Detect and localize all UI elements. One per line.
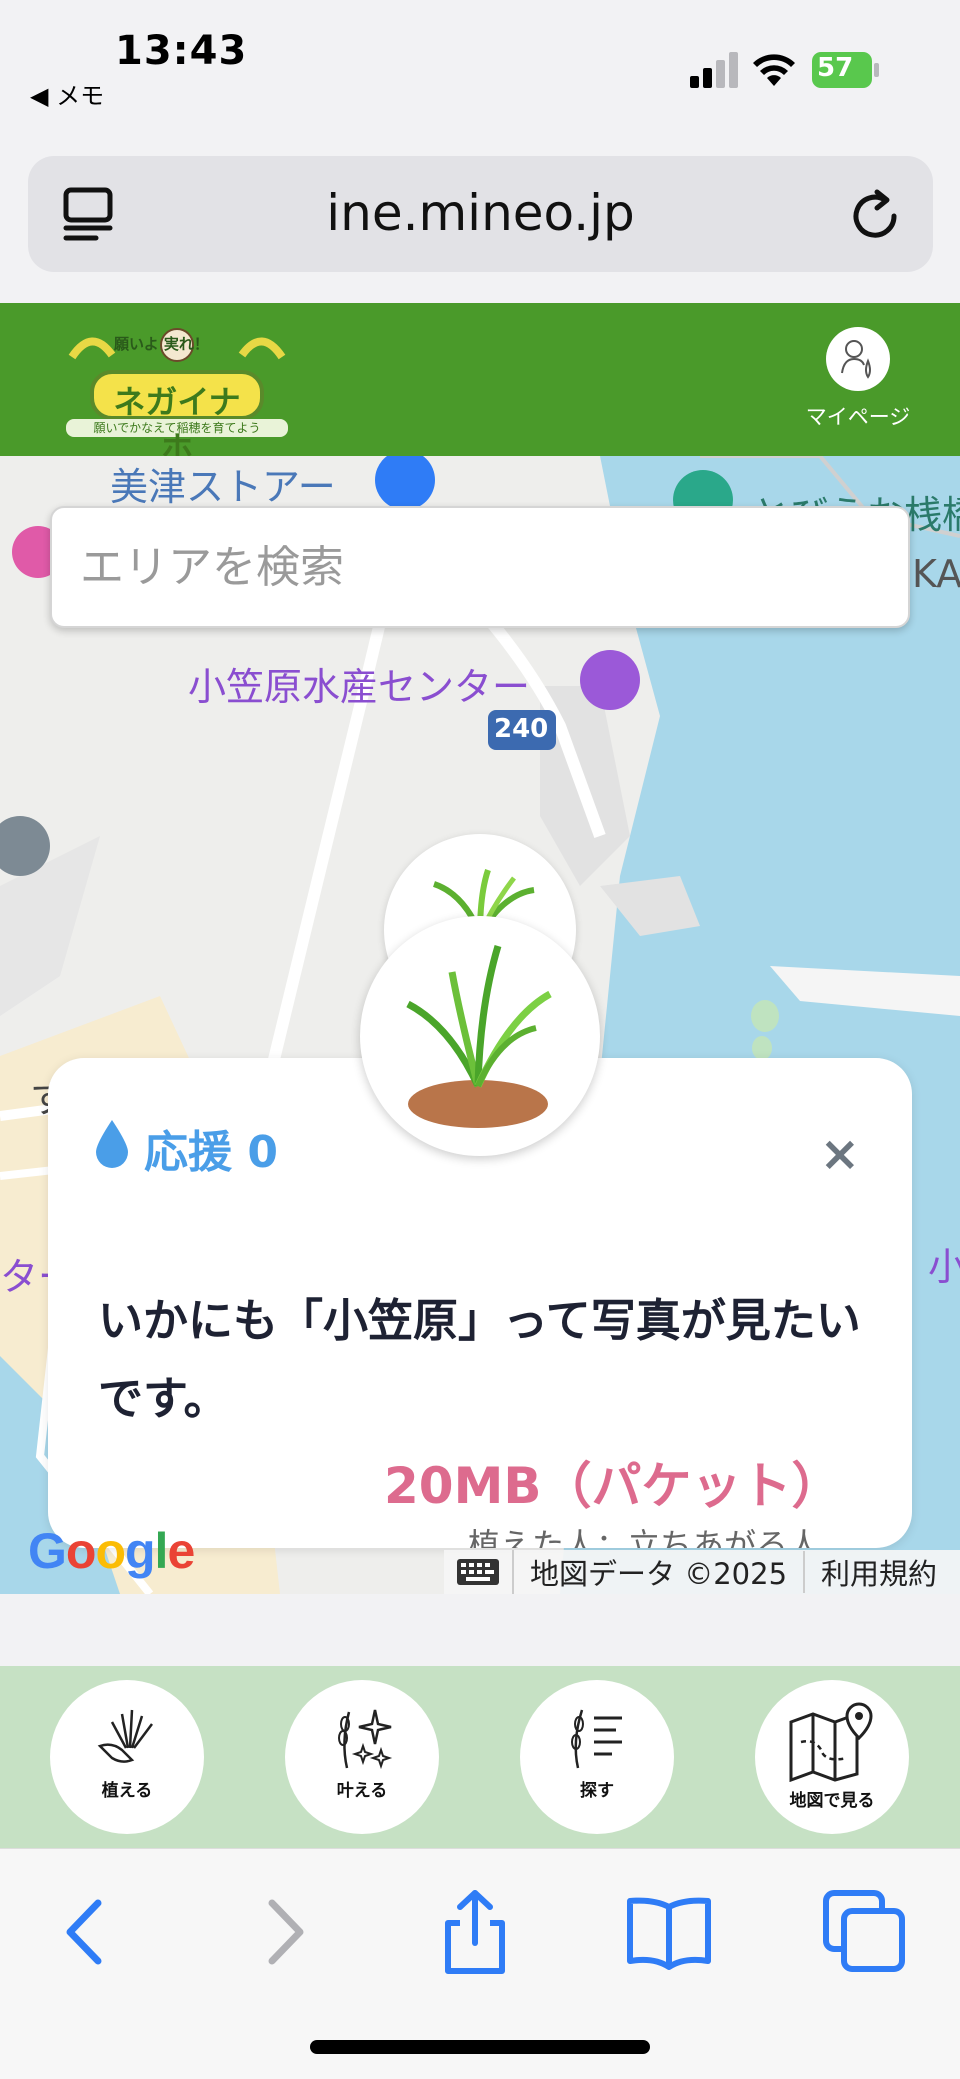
site-header: 願いよ 実れ！ ネガイナホ 願いでかなえて稲穂を育てよう マイページ [0,303,960,467]
clock: 13:43 [115,28,248,74]
map-label-ko: 小 [928,1245,960,1289]
google-logo: Google [28,1523,195,1579]
keyboard-shortcuts-icon[interactable] [444,1550,514,1594]
cellular-signal-icon [690,52,738,88]
terms-link[interactable]: 利用規約 [805,1551,953,1593]
map-label-suisan[interactable]: 小笠原水産センター [188,656,530,711]
close-button[interactable]: × [820,1130,860,1178]
nav-search-button[interactable]: 探す [520,1680,674,1834]
address-bar[interactable]: ine.mineo.jp [28,156,933,272]
nav-map-button[interactable]: 地図で見る [755,1680,909,1834]
mypage-button[interactable]: マイページ [800,327,916,437]
wifi-icon [753,54,795,86]
reload-icon[interactable] [847,188,903,244]
site-bottom-nav: 植える 叶える 探す 地図で見る [0,1666,960,1848]
map-data-credit[interactable]: 地図データ ©2025 [514,1551,806,1593]
url-text[interactable]: ine.mineo.jp [28,184,933,242]
user-icon [826,327,890,391]
nav-plant-label: 植える [101,1781,153,1801]
map-label-route: 240 [494,714,549,744]
battery-level: 57 [817,53,854,83]
back-arrow-icon[interactable] [40,1887,130,1977]
status-bar: 13:43 ◀ メモ 57 [0,0,960,130]
planter-label: 植えた人：立ちあがる人 [468,1526,821,1548]
rice-seedling-soil-icon [406,944,552,1128]
map-label-ka: KA [912,552,960,596]
logo-tagline: 願いよ 実れ！ [114,335,209,353]
battery-icon: 57 [812,52,880,88]
nav-map-label: 地図で見る [789,1791,875,1811]
water-drop-icon [96,1120,128,1168]
area-search-input[interactable] [80,508,880,626]
sparkle-rice-icon [338,1709,393,1770]
tabs-icon[interactable] [820,1887,910,1977]
search-list-icon [571,1709,622,1769]
map-attribution-bar: 地図データ ©2025 利用規約 [444,1550,960,1594]
negainaho-logo[interactable]: 願いよ 実れ！ ネガイナホ 願いでかなえて稲穂を育てよう [52,317,302,467]
nav-grant-label: 叶える [336,1781,388,1801]
rice-seedling-marker-selected[interactable] [360,916,600,1156]
area-search-box[interactable] [50,506,910,628]
nav-search-label: 探す [580,1781,614,1801]
home-indicator[interactable] [310,2040,650,2054]
nav-plant-button[interactable]: 植える [50,1680,204,1834]
map-pin-icon [789,1702,873,1782]
screen: 13:43 ◀ メモ 57 ine.mineo.jp 願いよ 実れ！ ネガイナホ… [0,0,960,2079]
map-view[interactable]: 美津ストアー 小笠原水産センター 240 とびうお桟橋 KA す ター 小 応援… [0,456,960,1594]
map-label-store[interactable]: 美津ストアー [110,456,336,511]
planting-hand-icon [97,1709,153,1763]
back-to-app-link[interactable]: ◀ メモ [30,76,104,111]
bookmarks-icon[interactable] [624,1887,714,1977]
forward-arrow-icon[interactable] [240,1887,330,1977]
share-icon[interactable] [430,1887,520,1977]
wish-text: いかにも「小笠原」って写真が見たいです。 [98,1294,861,1425]
cheer-label: 応援 0 [144,1127,278,1178]
logo-subtitle: 願いでかなえて稲穂を育てよう [93,421,261,435]
mypage-label: マイページ [805,405,911,429]
reward-label: 20MB（パケット） [384,1457,842,1515]
nav-grant-button[interactable]: 叶える [285,1680,439,1834]
